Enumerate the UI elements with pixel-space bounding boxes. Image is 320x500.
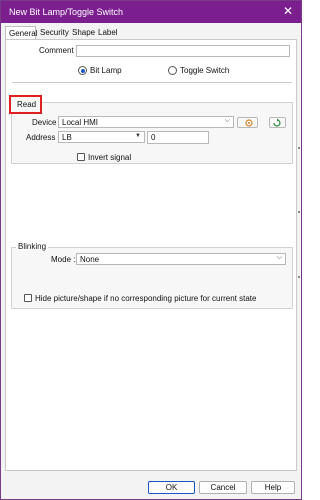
blink-mode-label: Mode : [51, 255, 76, 264]
chevron-down-icon: ⌵ [224, 117, 230, 124]
scroll-tick [298, 211, 300, 213]
device-select[interactable]: Local HMI ⌵ [58, 116, 234, 128]
blink-mode-select[interactable]: None ⌵ [76, 253, 286, 265]
window-title: New Bit Lamp/Toggle Switch [9, 7, 124, 17]
bit-lamp-label[interactable]: Bit Lamp [90, 66, 122, 75]
invert-signal-label[interactable]: Invert signal [88, 153, 131, 162]
address-type-select[interactable]: LB ▼ [58, 131, 145, 143]
cancel-button[interactable]: Cancel [199, 481, 247, 494]
caret-down-icon: ▼ [135, 133, 141, 139]
separator [12, 82, 292, 83]
address-label: Address : [26, 133, 60, 142]
device-settings-button[interactable] [237, 117, 258, 128]
toggle-switch-label[interactable]: Toggle Switch [180, 66, 229, 75]
scroll-tick [298, 276, 300, 278]
comment-field[interactable] [76, 45, 290, 57]
scroll-tick [298, 147, 300, 149]
address-type-value: LB [62, 133, 72, 142]
toggle-switch-radio[interactable] [168, 66, 177, 75]
close-icon[interactable]: ✕ [283, 5, 293, 17]
device-value: Local HMI [62, 118, 99, 127]
blink-mode-value: None [80, 255, 100, 264]
refresh-icon [273, 118, 281, 127]
read-group-title: Read [17, 100, 37, 109]
help-button[interactable]: Help [251, 481, 295, 494]
ok-button[interactable]: OK [148, 481, 195, 494]
hide-picture-label[interactable]: Hide picture/shape if no corresponding p… [35, 294, 256, 303]
device-settings-icon [245, 119, 253, 127]
tab-shape[interactable]: Shape [69, 26, 95, 39]
title-bar[interactable]: New Bit Lamp/Toggle Switch ✕ [1, 1, 301, 23]
invert-signal-checkbox[interactable] [77, 153, 85, 161]
dialog-window: New Bit Lamp/Toggle Switch ✕ General Sec… [0, 0, 302, 500]
blinking-group-title: Blinking [16, 242, 49, 251]
chevron-down-icon: ⌵ [276, 254, 282, 261]
comment-label: Comment : [39, 46, 79, 55]
bit-lamp-radio[interactable] [78, 66, 87, 75]
tab-general[interactable]: General [5, 26, 37, 39]
device-refresh-button[interactable] [269, 117, 286, 128]
tab-label[interactable]: Label [95, 26, 121, 39]
hide-picture-checkbox[interactable] [24, 294, 32, 302]
general-panel: Comment : Bit Lamp Toggle Switch Read De… [5, 39, 297, 471]
address-input[interactable]: 0 [147, 131, 209, 144]
device-label: Device : [32, 118, 61, 127]
tab-security[interactable]: Security [37, 26, 69, 39]
read-title-highlight: Read [9, 95, 42, 114]
